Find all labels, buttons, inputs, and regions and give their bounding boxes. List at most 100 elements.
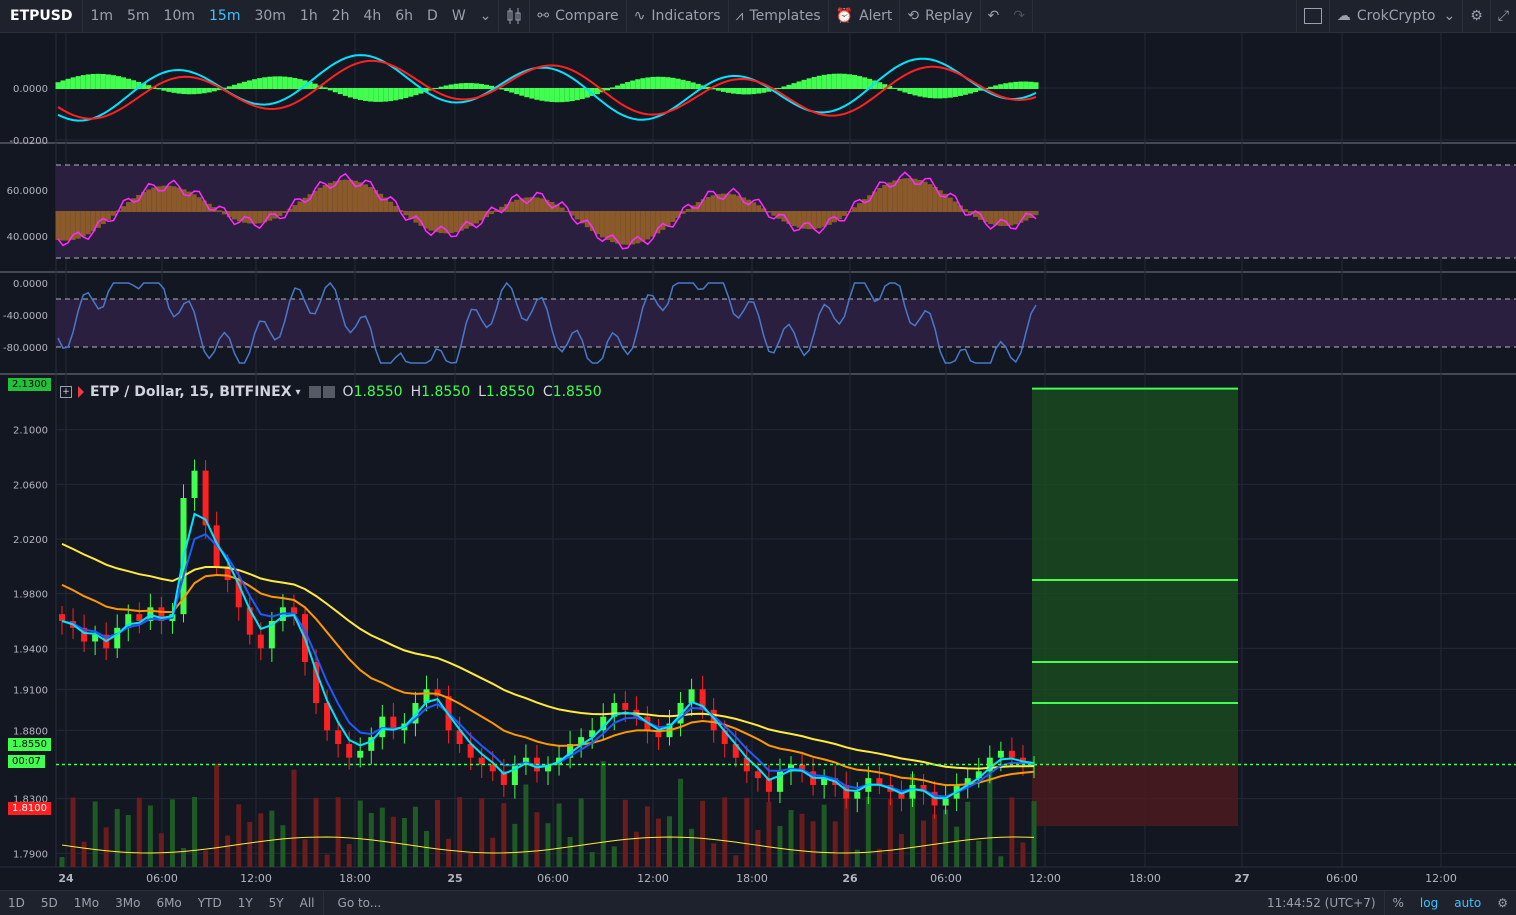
macd-histogram-bar: [817, 76, 822, 89]
rsi-histogram-bar: [232, 211, 237, 219]
chart-type-button[interactable]: [499, 0, 529, 32]
rsi-histogram-bar: [902, 178, 907, 212]
volume-bar: [159, 833, 164, 867]
rsi-histogram-bar: [817, 211, 822, 228]
low-value: 1.8550: [486, 384, 535, 400]
volume-bar: [468, 853, 473, 867]
interval-dropdown-icon[interactable]: ⌄: [473, 0, 499, 32]
rsi-histogram-bar: [575, 211, 580, 219]
macd-histogram-bar: [368, 88, 373, 102]
replay-button[interactable]: ⟲Replay: [900, 0, 979, 32]
interval-15m[interactable]: 15m: [202, 0, 247, 32]
macd-histogram-bar: [66, 79, 71, 89]
interval-1m[interactable]: 1m: [83, 0, 120, 32]
volume-bar: [203, 850, 208, 867]
range-1d[interactable]: 1D: [0, 896, 33, 910]
percent-toggle[interactable]: %: [1385, 896, 1412, 910]
candle-body: [479, 758, 485, 765]
compare-button[interactable]: ⚯Compare: [530, 0, 625, 32]
fullscreen-button[interactable]: ⤢: [1491, 0, 1516, 32]
time-label: 06:00: [146, 872, 178, 885]
macd-histogram-bar: [786, 85, 791, 89]
macd-histogram-bar: [993, 85, 998, 89]
clock: 11:44:52 (UTC+7): [1259, 896, 1384, 910]
macd-histogram-bar: [761, 88, 766, 93]
willr-axis-label: 0.0000: [13, 279, 48, 290]
macd-histogram-bar: [91, 74, 96, 89]
macd-histogram-bar: [106, 74, 111, 89]
series-title[interactable]: ETP / Dollar, 15, BITFINEX: [90, 384, 292, 400]
range-list: 1D5D1Mo3Mo6MoYTD1Y5YAll: [0, 896, 323, 910]
rsi-histogram-bar: [756, 205, 761, 212]
candle-body: [335, 730, 341, 744]
symbol-search[interactable]: ETPUSD: [0, 0, 82, 32]
macd-histogram-bar: [897, 88, 902, 91]
high-label: H: [411, 384, 422, 400]
settings-button[interactable]: ⚙: [1463, 0, 1490, 32]
macd-histogram-bar: [116, 76, 121, 89]
interval-6h[interactable]: 6h: [388, 0, 420, 32]
volume-bar: [314, 798, 319, 867]
macd-histogram-bar: [484, 85, 489, 89]
macd-histogram-bar: [852, 75, 857, 89]
macd-histogram-bar: [902, 88, 907, 92]
indicators-button[interactable]: ∿Indicators: [627, 0, 728, 32]
fullscreen-layout-button[interactable]: [1297, 0, 1329, 32]
range-3mo[interactable]: 3Mo: [107, 896, 148, 910]
ema-yellow-line: [62, 544, 1034, 769]
macd-histogram-bar: [262, 77, 267, 89]
interval-30m[interactable]: 30m: [247, 0, 292, 32]
range-1mo[interactable]: 1Mo: [66, 896, 107, 910]
interval-10m[interactable]: 10m: [157, 0, 202, 32]
interval-D[interactable]: D: [420, 0, 445, 32]
interval-4h[interactable]: 4h: [356, 0, 388, 32]
range-5d[interactable]: 5D: [33, 896, 66, 910]
interval-1h[interactable]: 1h: [293, 0, 325, 32]
macd-histogram-bar: [459, 83, 464, 89]
redo-button[interactable]: ↷: [1006, 0, 1032, 32]
undo-button[interactable]: ↶: [981, 0, 1007, 32]
interval-5m[interactable]: 5m: [120, 0, 157, 32]
rsi-histogram-bar: [454, 211, 459, 232]
range-ytd[interactable]: YTD: [190, 896, 230, 910]
macd-histogram-bar: [171, 88, 176, 93]
macd-histogram-bar: [681, 80, 686, 89]
macd-histogram-bar: [413, 88, 418, 95]
interval-2h[interactable]: 2h: [325, 0, 357, 32]
macd-histogram-bar: [514, 88, 519, 94]
rsi-histogram-bar: [640, 211, 645, 242]
macd-histogram-bar: [1018, 82, 1023, 89]
range-5y[interactable]: 5Y: [261, 896, 292, 910]
auto-toggle[interactable]: auto: [1446, 896, 1489, 910]
layout-selector[interactable]: ☁CrokCrypto⌄: [1330, 0, 1462, 32]
settings-small-icon[interactable]: [323, 386, 335, 398]
interval-W[interactable]: W: [445, 0, 473, 32]
macd-histogram-bar: [242, 82, 247, 89]
range-all[interactable]: All: [292, 896, 323, 910]
eye-icon[interactable]: [309, 386, 321, 398]
volume-bar: [557, 803, 562, 867]
goto-button[interactable]: Go to...: [330, 896, 390, 910]
macd-histogram-bar: [781, 86, 786, 89]
templates-label: Templates: [749, 8, 820, 24]
time-label: 12:00: [1029, 872, 1061, 885]
range-1y[interactable]: 1Y: [230, 896, 261, 910]
rsi-histogram-bar: [524, 197, 529, 212]
series-menu-chevron-icon[interactable]: ▾: [296, 387, 301, 398]
collapse-icon[interactable]: +: [60, 386, 72, 398]
flag-icon[interactable]: [78, 386, 84, 398]
axis-settings-button[interactable]: ⚙: [1489, 896, 1516, 910]
main-price-pane[interactable]: [56, 389, 1516, 867]
log-toggle[interactable]: log: [1412, 896, 1446, 910]
alert-button[interactable]: ⏰Alert: [829, 0, 900, 32]
gear-icon: ⚙: [1497, 896, 1508, 910]
macd-histogram-bar: [630, 81, 635, 89]
candle-body: [998, 751, 1004, 758]
macd-histogram-bar: [176, 88, 181, 94]
chart-area[interactable]: 2406:0012:0018:002506:0012:0018:002606:0…: [0, 33, 1516, 890]
candle-body: [192, 471, 198, 498]
volume-bar: [457, 797, 462, 867]
interval-list: 1m5m10m15m30m1h2h4h6hDW: [83, 0, 472, 32]
templates-button[interactable]: ⩘Templates: [729, 0, 828, 32]
range-6mo[interactable]: 6Mo: [148, 896, 189, 910]
